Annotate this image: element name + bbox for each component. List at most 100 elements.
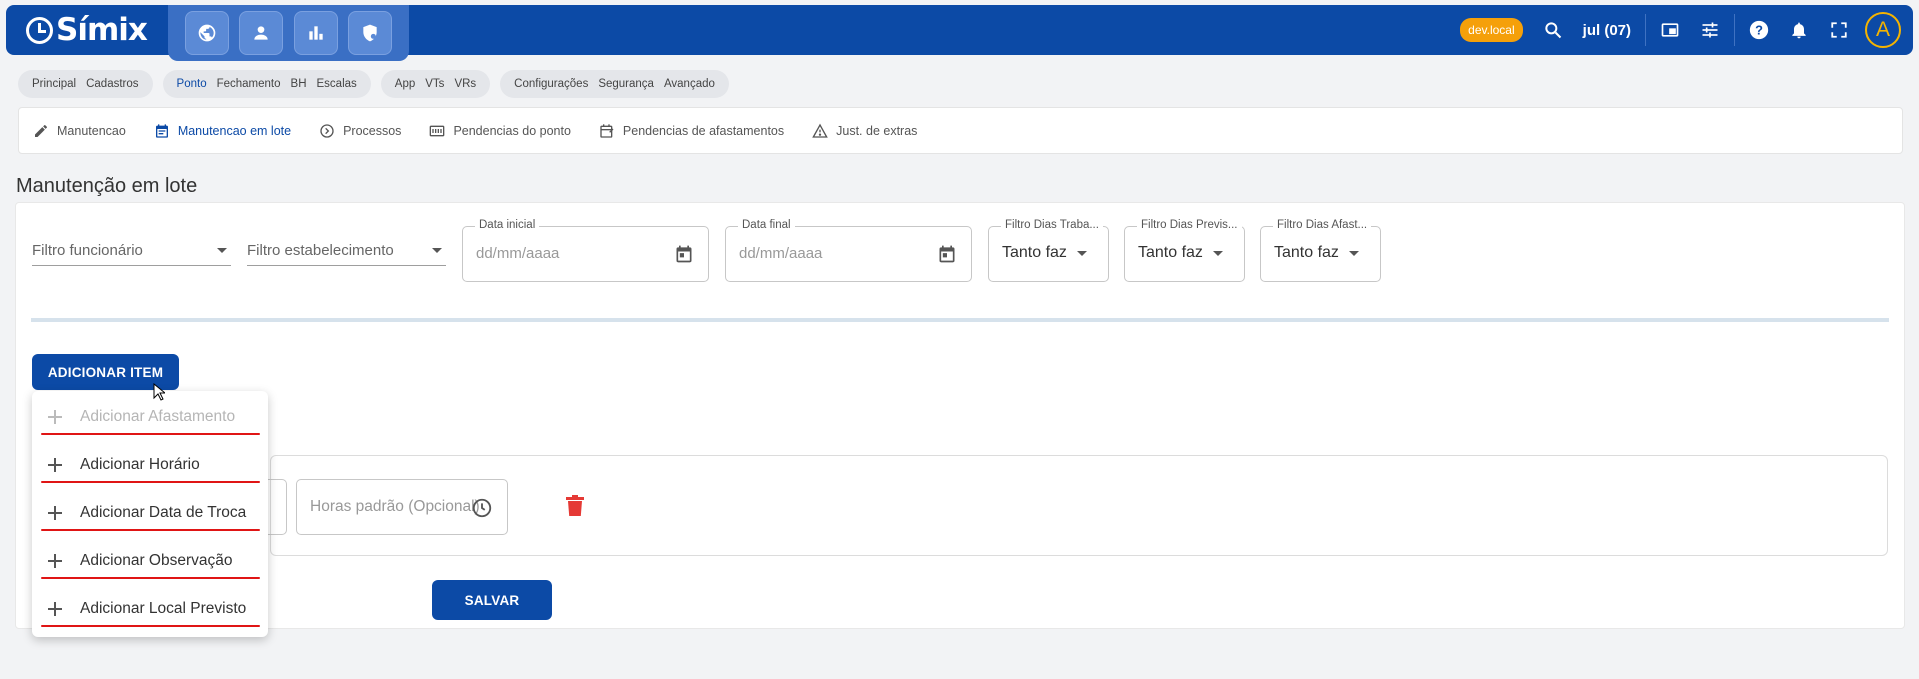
menu-item-label: Adicionar Observação [80,552,233,569]
page-title: Manutenção em lote [16,175,198,197]
sub-nav: Manutencao Manutencao em lote Processos … [18,107,1903,154]
arrow-circle-icon [320,123,334,138]
module-group-app: App VTs VRs [380,70,491,98]
add-item-menu: Adicionar Afastamento Adicionar Horário … [32,391,268,637]
tab-pendencias-afastamentos[interactable]: Pendencias de afastamentos [599,123,784,139]
calendar-icon[interactable] [674,244,694,264]
tab-manutencao-em-lote[interactable]: Manutencao em lote [154,123,291,139]
clock-icon[interactable] [471,497,493,519]
fullscreen-icon[interactable] [1819,10,1859,50]
module-link[interactable]: VRs [454,78,476,90]
module-link[interactable]: Escalas [317,78,357,90]
help-icon[interactable]: ? [1739,10,1779,50]
menu-item-add-data-troca[interactable]: Adicionar Data de Troca [32,491,268,535]
tab-label: Pendencias do ponto [453,123,571,138]
module-link[interactable]: Fechamento [217,78,281,90]
chevron-down-icon [1348,250,1359,256]
globe-icon[interactable] [184,11,229,55]
module-link[interactable]: Principal [32,78,76,90]
tab-just-extras[interactable]: Just. de extras [812,123,917,139]
card-icon [430,125,445,136]
picture-in-picture-icon[interactable] [1650,10,1690,50]
module-link[interactable]: Configurações [514,78,588,90]
logo-text: Símix [56,12,148,48]
date-end-placeholder: dd/mm/aaaa [739,245,823,262]
tab-label: Processos [343,123,402,138]
menu-item-add-horario[interactable]: Adicionar Horário [32,443,268,487]
tab-label: Pendencias de afastamentos [622,123,785,138]
divider [1645,14,1646,46]
employee-filter[interactable]: Filtro funcionário [32,236,231,266]
worked-days-filter[interactable]: Filtro Dias Traba... Tanto faz [988,219,1109,282]
plus-icon [48,602,62,616]
person-icon[interactable] [239,11,284,55]
annotation-underline [41,577,260,579]
app-logo[interactable]: Símix [26,12,148,48]
shield-icon[interactable] [348,11,393,55]
plus-icon [48,410,62,424]
module-link[interactable]: Segurança [598,78,654,90]
module-group-principal: Principal Cadastros [18,70,153,98]
chevron-down-icon [1076,250,1087,256]
chevron-down-icon [1212,250,1223,256]
menu-item-label: Adicionar Horário [80,456,200,473]
establishment-filter[interactable]: Filtro estabelecimento [247,236,446,266]
clock-icon [26,16,53,44]
module-group-ponto: Ponto Fechamento BH Escalas [162,70,371,98]
tab-manutencao[interactable]: Manutencao [33,123,126,139]
hours-field[interactable]: Horas padrão (Opcional) [296,479,508,535]
date-start-label: Data inicial [475,219,540,231]
module-link[interactable]: BH [291,78,307,90]
planned-days-filter[interactable]: Filtro Dias Previs... Tanto faz [1124,219,1245,282]
search-icon[interactable] [1533,10,1573,50]
tune-icon[interactable] [1690,10,1730,50]
leave-days-filter[interactable]: Filtro Dias Afast... Tanto faz [1260,219,1381,282]
date-end-label: Data final [738,219,795,231]
menu-item-add-local-previsto[interactable]: Adicionar Local Previsto [32,587,268,631]
top-bar: Símix dev.local jul (07) ? A [6,5,1913,61]
module-link[interactable]: App [395,78,415,90]
module-link[interactable]: Cadastros [86,78,138,90]
item-row [270,455,1888,556]
menu-item-add-observacao[interactable]: Adicionar Observação [32,539,268,583]
date-end-field[interactable]: Data final dd/mm/aaaa [725,219,972,282]
module-group-config: Configurações Segurança Avançado [500,70,729,98]
worked-days-label: Filtro Dias Traba... [1001,219,1103,231]
menu-item-label: Adicionar Data de Troca [80,504,247,521]
plus-icon [48,458,62,472]
tab-label: Manutencao [57,123,126,138]
save-button[interactable]: SALVAR [432,580,552,620]
tab-label: Manutencao em lote [177,123,292,138]
divider [1734,14,1735,46]
tab-processos[interactable]: Processos [319,123,401,139]
svg-text:?: ? [1755,23,1763,38]
menu-item-add-afastamento[interactable]: Adicionar Afastamento [32,395,268,439]
tab-label: Just. de extras [836,123,918,138]
month-selector[interactable]: jul (07) [1583,22,1631,39]
module-link[interactable]: Avançado [664,78,715,90]
annotation-underline [41,529,260,531]
bell-icon[interactable] [1779,10,1819,50]
employee-filter-label: Filtro funcionário [32,242,143,259]
worked-days-value: Tanto faz [1002,244,1067,261]
module-link-active[interactable]: Ponto [177,78,207,90]
calendar-icon[interactable] [937,244,957,264]
delete-icon[interactable] [566,495,584,517]
env-badge: dev.local [1460,18,1523,42]
avatar[interactable]: A [1865,12,1901,48]
date-start-field[interactable]: Data inicial dd/mm/aaaa [462,219,709,282]
plus-icon [48,506,62,520]
pencil-icon [35,124,47,137]
top-right-tools: dev.local jul (07) ? A [1460,5,1907,55]
chevron-down-icon [432,248,442,253]
plus-icon [48,554,62,568]
menu-item-label: Adicionar Afastamento [80,408,236,425]
planned-days-label: Filtro Dias Previs... [1137,219,1242,231]
date-start-placeholder: dd/mm/aaaa [476,245,560,262]
bar-chart-icon[interactable] [293,11,338,55]
app-switcher [168,5,409,61]
tab-pendencias-ponto[interactable]: Pendencias do ponto [429,123,571,139]
establishment-filter-label: Filtro estabelecimento [247,242,394,259]
mouse-cursor-icon [153,383,165,401]
module-link[interactable]: VTs [425,78,444,90]
